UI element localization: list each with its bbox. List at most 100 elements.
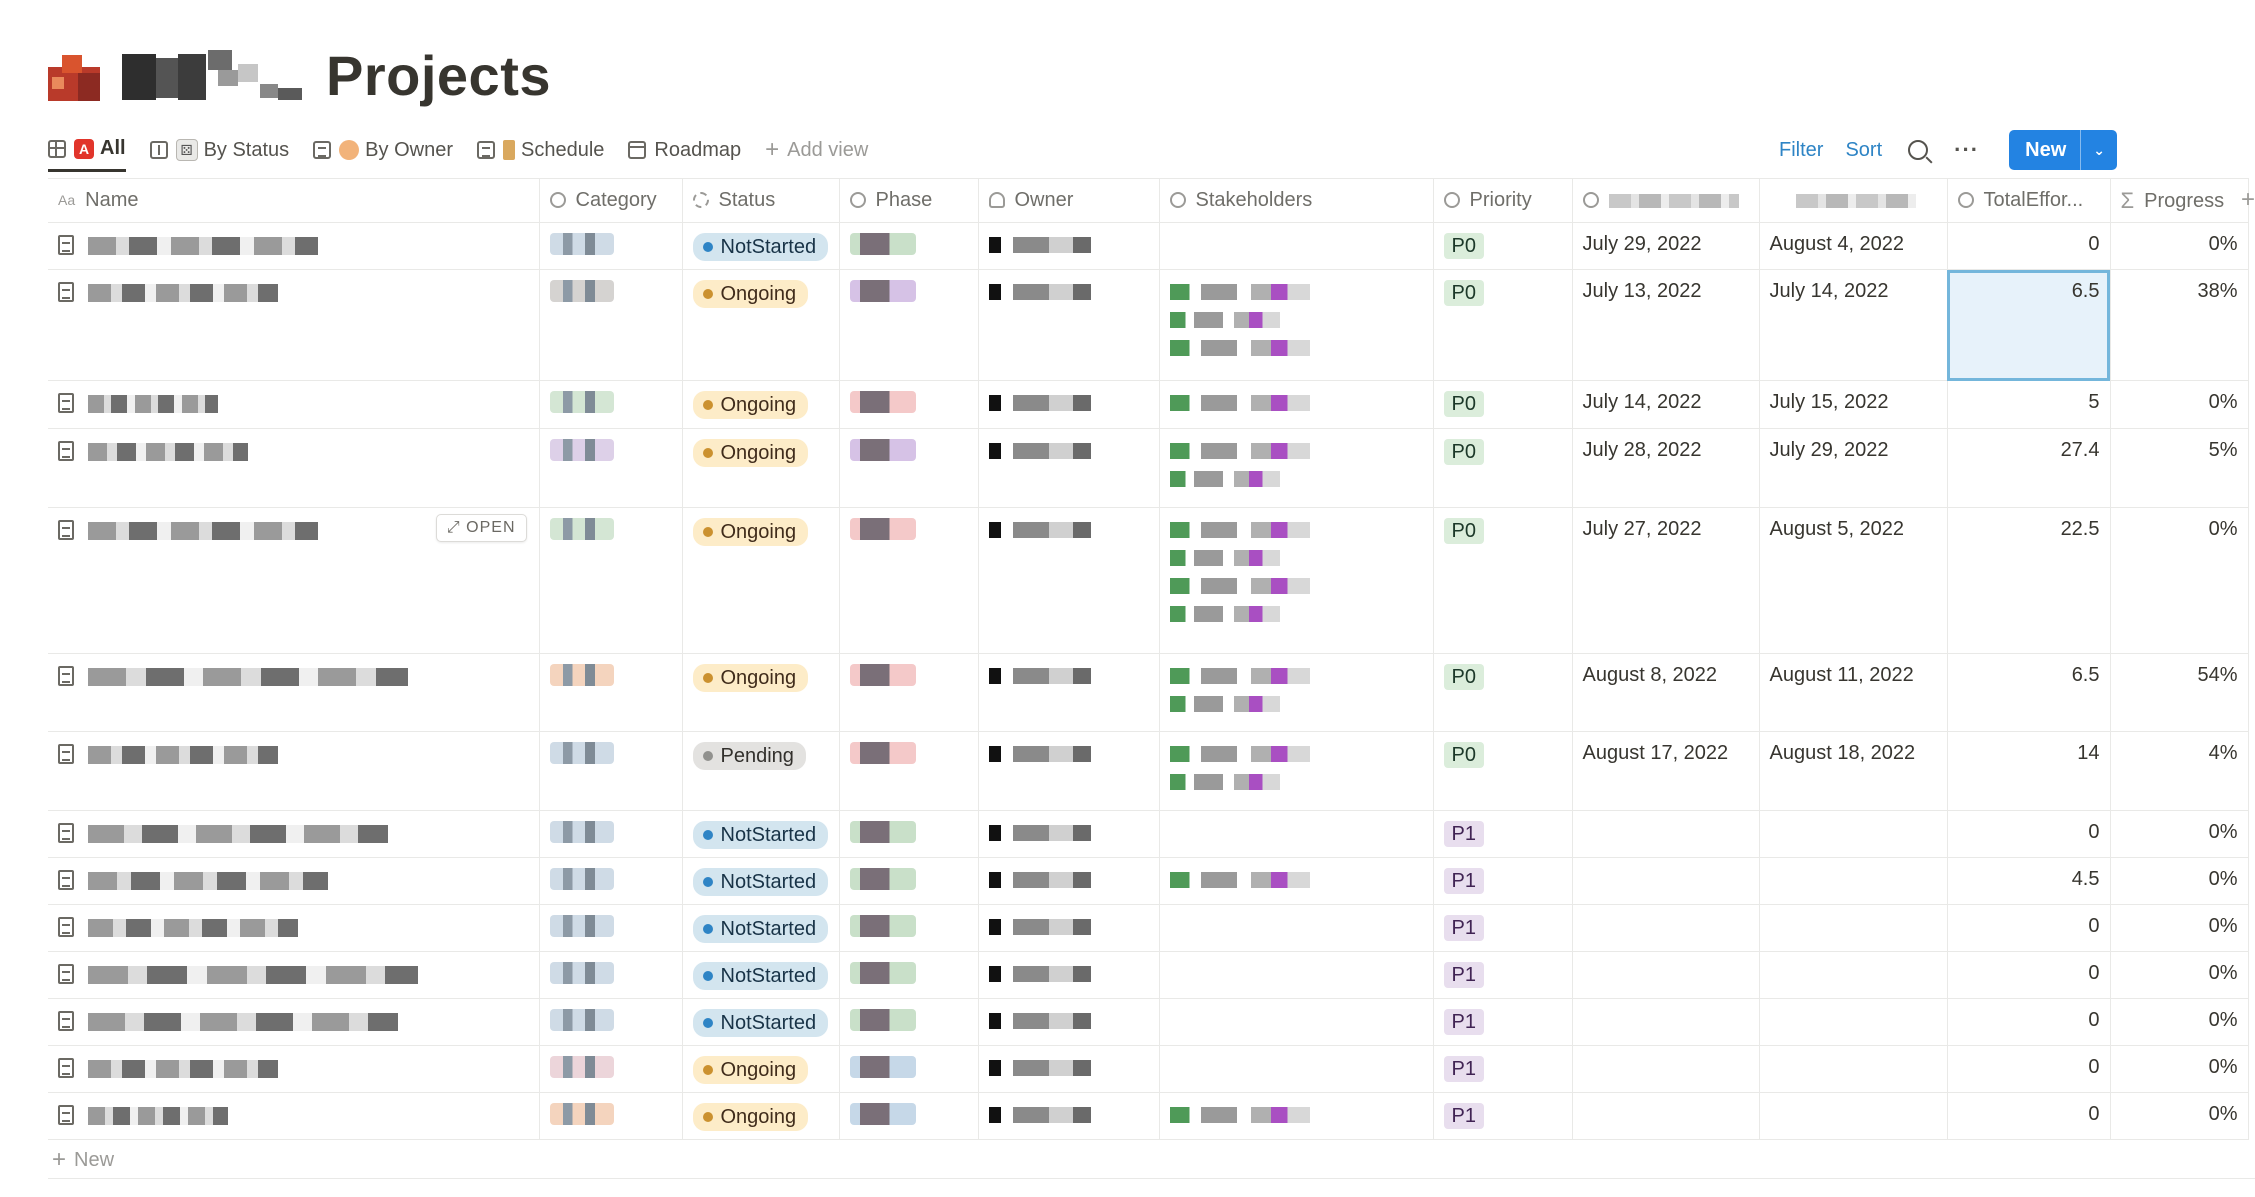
phase-cell[interactable] bbox=[838, 222, 979, 270]
end-date-cell[interactable]: July 15, 2022 bbox=[1758, 380, 1948, 429]
start-date-cell[interactable] bbox=[1571, 1045, 1760, 1093]
name-cell[interactable]: ⋮⋮ bbox=[48, 810, 540, 858]
status-cell[interactable]: NotStarted bbox=[681, 810, 840, 858]
progress-cell[interactable]: 0% bbox=[2109, 810, 2249, 858]
table-row[interactable]: NotStarted P1 4.5 0% bbox=[48, 857, 2249, 905]
category-cell[interactable] bbox=[538, 653, 683, 732]
stakeholders-cell[interactable] bbox=[1158, 653, 1434, 732]
table-row[interactable]: NotStarted P1 0 0% bbox=[48, 904, 2249, 952]
total-effort-cell[interactable]: 4.5 bbox=[1946, 857, 2111, 905]
total-effort-cell[interactable]: 5 bbox=[1946, 380, 2111, 429]
phase-cell[interactable] bbox=[838, 951, 979, 999]
status-cell[interactable]: Ongoing bbox=[681, 507, 840, 654]
total-effort-cell[interactable]: 0 bbox=[1946, 810, 2111, 858]
progress-cell[interactable]: 0% bbox=[2109, 222, 2249, 270]
tab-all[interactable]: A All bbox=[48, 128, 126, 172]
priority-cell[interactable]: P0 bbox=[1432, 731, 1573, 811]
total-effort-cell[interactable]: 14 bbox=[1946, 731, 2111, 811]
total-effort-cell[interactable]: 0 bbox=[1946, 951, 2111, 999]
add-row-button[interactable]: + New bbox=[52, 1146, 114, 1174]
priority-cell[interactable]: P0 bbox=[1432, 222, 1573, 270]
start-date-cell[interactable] bbox=[1571, 998, 1760, 1046]
column-header-category[interactable]: Category bbox=[538, 178, 683, 223]
phase-cell[interactable] bbox=[838, 269, 979, 381]
progress-cell[interactable]: 0% bbox=[2109, 998, 2249, 1046]
end-date-cell[interactable] bbox=[1758, 998, 1948, 1046]
table-row[interactable]: Ongoing P1 0 0% bbox=[48, 1045, 2249, 1093]
status-cell[interactable]: Pending bbox=[681, 731, 840, 811]
stakeholders-cell[interactable] bbox=[1158, 428, 1434, 508]
progress-cell[interactable]: 0% bbox=[2109, 380, 2249, 429]
category-cell[interactable] bbox=[538, 998, 683, 1046]
total-effort-cell[interactable]: 0 bbox=[1946, 904, 2111, 952]
category-cell[interactable] bbox=[538, 951, 683, 999]
new-button[interactable]: New bbox=[2009, 130, 2082, 170]
project-emoji-icon[interactable] bbox=[48, 49, 100, 101]
name-cell[interactable] bbox=[48, 269, 540, 381]
progress-cell[interactable]: 0% bbox=[2109, 1045, 2249, 1093]
phase-cell[interactable] bbox=[838, 653, 979, 732]
phase-cell[interactable] bbox=[838, 1045, 979, 1093]
tab-schedule[interactable]: Schedule bbox=[476, 128, 604, 172]
owner-cell[interactable] bbox=[977, 1092, 1160, 1140]
priority-cell[interactable]: P1 bbox=[1432, 810, 1573, 858]
tab-by-owner[interactable]: By Owner bbox=[313, 128, 453, 172]
total-effort-cell[interactable]: 6.5 bbox=[1946, 653, 2111, 732]
phase-cell[interactable] bbox=[838, 904, 979, 952]
owner-cell[interactable] bbox=[977, 222, 1160, 270]
start-date-cell[interactable]: August 8, 2022 bbox=[1571, 653, 1760, 732]
priority-cell[interactable]: P1 bbox=[1432, 857, 1573, 905]
total-effort-cell[interactable]: 27.4 bbox=[1946, 428, 2111, 508]
total-effort-cell[interactable]: 0 bbox=[1946, 1045, 2111, 1093]
name-cell[interactable] bbox=[48, 380, 540, 429]
total-effort-cell[interactable]: 0 bbox=[1946, 1092, 2111, 1140]
category-cell[interactable] bbox=[538, 380, 683, 429]
start-date-cell[interactable]: July 28, 2022 bbox=[1571, 428, 1760, 508]
start-date-cell[interactable] bbox=[1571, 904, 1760, 952]
phase-cell[interactable] bbox=[838, 998, 979, 1046]
tab-roadmap[interactable]: Roadmap bbox=[628, 128, 741, 172]
status-cell[interactable]: Ongoing bbox=[681, 428, 840, 508]
end-date-cell[interactable]: July 29, 2022 bbox=[1758, 428, 1948, 508]
total-effort-cell[interactable]: 6.5 bbox=[1946, 269, 2111, 381]
progress-cell[interactable]: 38% bbox=[2109, 269, 2249, 381]
stakeholders-cell[interactable] bbox=[1158, 857, 1434, 905]
category-cell[interactable] bbox=[538, 428, 683, 508]
priority-cell[interactable]: P1 bbox=[1432, 951, 1573, 999]
add-property-button[interactable]: + bbox=[2241, 186, 2255, 214]
status-cell[interactable]: NotStarted bbox=[681, 222, 840, 270]
phase-cell[interactable] bbox=[838, 380, 979, 429]
progress-cell[interactable]: 0% bbox=[2109, 1092, 2249, 1140]
priority-cell[interactable]: P1 bbox=[1432, 904, 1573, 952]
owner-cell[interactable] bbox=[977, 904, 1160, 952]
stakeholders-cell[interactable] bbox=[1158, 998, 1434, 1046]
total-effort-cell[interactable]: 22.5 bbox=[1946, 507, 2111, 654]
start-date-cell[interactable]: August 17, 2022 bbox=[1571, 731, 1760, 811]
phase-cell[interactable] bbox=[838, 857, 979, 905]
start-date-cell[interactable]: July 27, 2022 bbox=[1571, 507, 1760, 654]
stakeholders-cell[interactable] bbox=[1158, 1045, 1434, 1093]
owner-cell[interactable] bbox=[977, 380, 1160, 429]
name-cell[interactable] bbox=[48, 653, 540, 732]
table-row[interactable]: NotStarted P1 0 0% bbox=[48, 998, 2249, 1046]
add-view-button[interactable]: + Add view bbox=[765, 128, 868, 172]
category-cell[interactable] bbox=[538, 1092, 683, 1140]
table-row[interactable]: NotStarted P0 July 29, 2022 August 4, 2022 0… bbox=[48, 222, 2249, 270]
name-cell[interactable] bbox=[48, 731, 540, 811]
owner-cell[interactable] bbox=[977, 731, 1160, 811]
priority-cell[interactable]: P0 bbox=[1432, 269, 1573, 381]
owner-cell[interactable] bbox=[977, 269, 1160, 381]
column-header-status[interactable]: Status bbox=[681, 178, 840, 223]
start-date-cell[interactable] bbox=[1571, 857, 1760, 905]
priority-cell[interactable]: P1 bbox=[1432, 998, 1573, 1046]
category-cell[interactable] bbox=[538, 857, 683, 905]
table-row[interactable]: NotStarted P1 0 0% bbox=[48, 951, 2249, 999]
stakeholders-cell[interactable] bbox=[1158, 951, 1434, 999]
name-cell[interactable] bbox=[48, 428, 540, 508]
progress-cell[interactable]: 0% bbox=[2109, 951, 2249, 999]
owner-cell[interactable] bbox=[977, 507, 1160, 654]
priority-cell[interactable]: P0 bbox=[1432, 380, 1573, 429]
chevron-down-icon[interactable]: ⌄ bbox=[2081, 142, 2117, 159]
progress-cell[interactable]: 0% bbox=[2109, 857, 2249, 905]
phase-cell[interactable] bbox=[838, 731, 979, 811]
